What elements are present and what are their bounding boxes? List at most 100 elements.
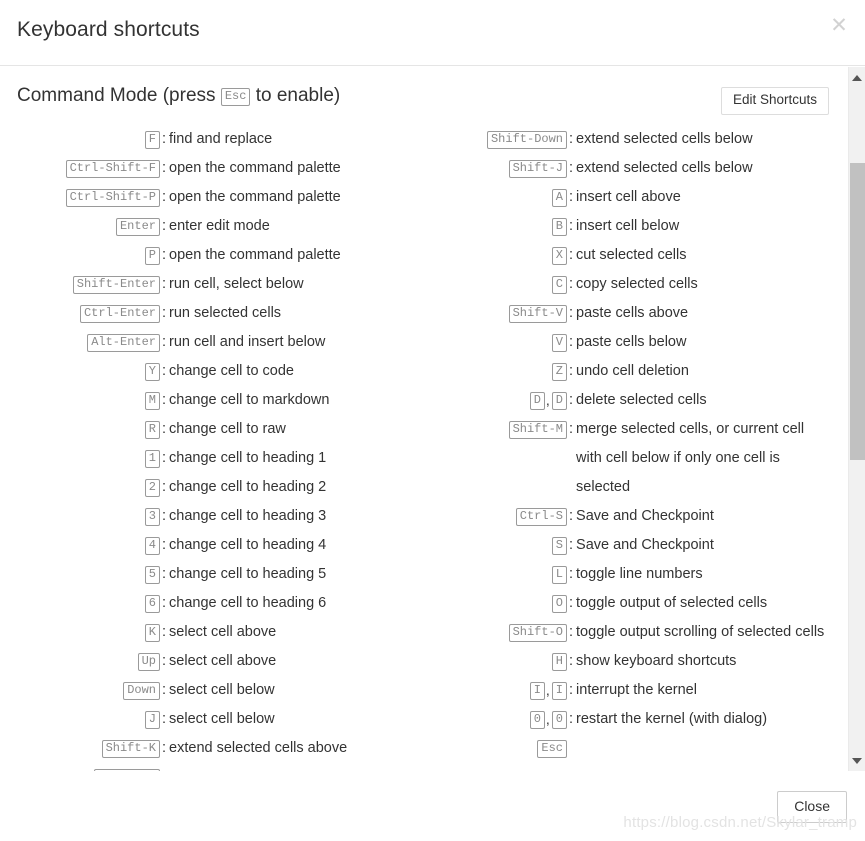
key-separator-comma: , <box>545 682 550 698</box>
shortcut-row: 6: change cell to heading 6 <box>0 589 418 618</box>
chevron-up-icon[interactable] <box>849 69 865 86</box>
shortcut-row: Shift-M: merge selected cells, or current… <box>418 415 836 502</box>
key-separator-comma: , <box>545 392 550 408</box>
kbd-ctrl-s: Ctrl-S <box>515 508 567 526</box>
shortcut-description: paste cells above <box>576 305 689 321</box>
shortcut-row: X: cut selected cells <box>418 241 836 270</box>
shortcut-separator: : <box>162 537 167 553</box>
shortcut-keys: F <box>0 125 160 154</box>
shortcut-separator: : <box>162 218 167 234</box>
shortcut-row: Ctrl-Shift-P: open the command palette <box>0 183 418 212</box>
shortcut-separator: : <box>569 334 574 350</box>
shortcut-row: 5: change cell to heading 5 <box>0 560 418 589</box>
shortcut-description: select cell above <box>169 653 277 669</box>
kbd-x: X <box>551 247 567 265</box>
shortcut-separator: : <box>569 566 574 582</box>
close-button[interactable]: Close <box>777 791 847 824</box>
shortcut-row: Esc <box>418 734 836 763</box>
shortcut-row: Shift-Up <box>0 763 418 771</box>
shortcut-keys: M <box>0 386 160 415</box>
shortcut-description: copy selected cells <box>576 276 698 292</box>
shortcut-separator: : <box>162 363 167 379</box>
shortcut-separator: : <box>162 305 167 321</box>
kbd-4: 4 <box>144 537 160 555</box>
shortcut-description: extend selected cells below <box>576 160 753 176</box>
shortcut-keys: Shift-O <box>418 618 567 647</box>
kbd-r: R <box>144 421 160 439</box>
shortcut-keys: A <box>418 183 567 212</box>
kbd-b: B <box>551 218 567 236</box>
shortcut-row: Ctrl-Shift-F: open the command palette <box>0 154 418 183</box>
shortcut-separator: : <box>569 305 574 321</box>
shortcut-description: delete selected cells <box>576 392 707 408</box>
close-x-icon[interactable]: ✕ <box>826 13 852 39</box>
dialog-footer: Close https://blog.csdn.net/Skylar_tramp <box>0 771 865 841</box>
kbd-o: O <box>551 595 567 613</box>
kbd-ctrl-shift-f: Ctrl-Shift-F <box>65 160 160 178</box>
kbd-ctrl-shift-p: Ctrl-Shift-P <box>65 189 160 207</box>
shortcut-row: B: insert cell below <box>418 212 836 241</box>
shortcut-keys: J <box>0 705 160 734</box>
shortcut-row: S: Save and Checkpoint <box>418 531 836 560</box>
kbd-y: Y <box>144 363 160 381</box>
shortcut-description: interrupt the kernel <box>576 682 697 698</box>
kbd-shift-k: Shift-K <box>101 740 160 758</box>
shortcut-description: Save and Checkpoint <box>576 537 714 553</box>
shortcut-row: 0, 0: restart the kernel (with dialog) <box>418 705 836 734</box>
kbd-esc: Esc <box>220 88 251 106</box>
scrollbar-thumb[interactable] <box>850 163 865 460</box>
shortcut-keys: C <box>418 270 567 299</box>
shortcut-keys: R <box>0 415 160 444</box>
shortcut-keys: Shift-Up <box>0 763 160 771</box>
shortcut-separator: : <box>162 392 167 408</box>
shortcut-separator: : <box>162 653 167 669</box>
shortcut-keys: Shift-Enter <box>0 270 160 299</box>
command-mode-heading-post: to enable) <box>255 85 341 106</box>
shortcut-row: R: change cell to raw <box>0 415 418 444</box>
shortcut-description: cut selected cells <box>576 247 687 263</box>
shortcut-separator: : <box>162 421 167 437</box>
shortcut-description: open the command palette <box>169 247 341 263</box>
command-mode-heading: Command Mode (press Esc to enable) <box>17 85 340 107</box>
shortcut-keys: 0,0 <box>418 705 567 734</box>
edit-shortcuts-button[interactable]: Edit Shortcuts <box>720 87 829 115</box>
kbd-shift-v: Shift-V <box>508 305 567 323</box>
shortcut-separator: : <box>569 682 574 698</box>
shortcut-row: Shift-V: paste cells above <box>418 299 836 328</box>
shortcut-row: Shift-J: extend selected cells below <box>418 154 836 183</box>
shortcut-separator: : <box>162 189 167 205</box>
chevron-down-icon[interactable] <box>849 752 865 769</box>
shortcut-separator: : <box>569 653 574 669</box>
shortcut-row: Shift-Enter: run cell, select below <box>0 270 418 299</box>
kbd-z: Z <box>551 363 567 381</box>
shortcut-row: Z: undo cell deletion <box>418 357 836 386</box>
kbd-f: F <box>144 131 160 149</box>
kbd-2: 2 <box>144 479 160 497</box>
shortcut-row: O: toggle output of selected cells <box>418 589 836 618</box>
shortcut-row: 4: change cell to heading 4 <box>0 531 418 560</box>
shortcut-separator: : <box>569 508 574 524</box>
shortcut-separator: : <box>569 189 574 205</box>
vertical-scrollbar[interactable] <box>848 67 865 771</box>
shortcut-separator: : <box>569 421 574 437</box>
kbd-k: K <box>144 624 160 642</box>
shortcut-description: extend selected cells below <box>576 131 753 147</box>
shortcut-description: Save and Checkpoint <box>576 508 714 524</box>
shortcut-row: Down: select cell below <box>0 676 418 705</box>
shortcut-keys: V <box>418 328 567 357</box>
shortcut-row: 1: change cell to heading 1 <box>0 444 418 473</box>
shortcut-separator: : <box>569 218 574 234</box>
shortcut-keys: Ctrl-Shift-P <box>0 183 160 212</box>
shortcut-separator: : <box>569 595 574 611</box>
shortcut-description: toggle output of selected cells <box>576 595 768 611</box>
shortcut-description: extend selected cells above <box>169 740 348 756</box>
shortcut-separator: : <box>569 537 574 553</box>
shortcut-keys: I,I <box>418 676 567 705</box>
shortcut-keys: Up <box>0 647 160 676</box>
kbd-up: Up <box>137 653 160 671</box>
shortcut-description: open the command palette <box>169 160 341 176</box>
shortcut-row: Y: change cell to code <box>0 357 418 386</box>
kbd-0: 0 <box>529 711 545 729</box>
shortcut-description: insert cell below <box>576 218 680 234</box>
shortcut-row: Enter: enter edit mode <box>0 212 418 241</box>
